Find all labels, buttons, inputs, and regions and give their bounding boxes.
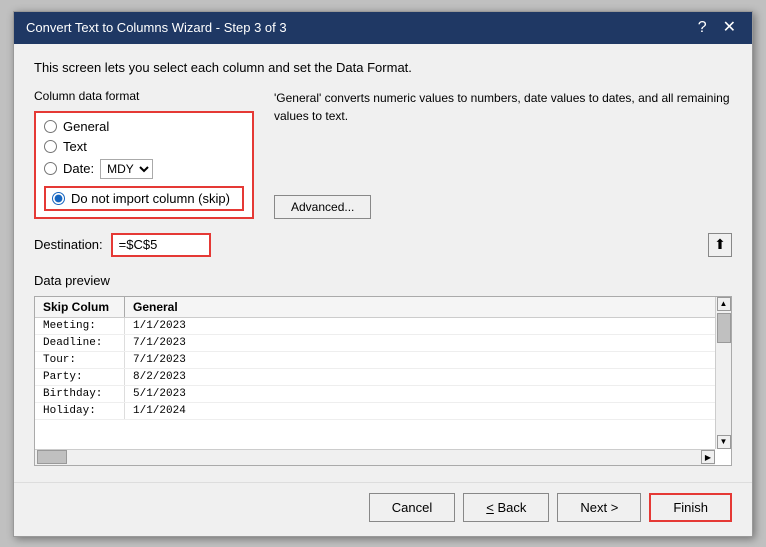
preview-cell: Party: bbox=[35, 369, 125, 385]
format-group: General Text Date: MDY bbox=[34, 111, 254, 219]
finish-button[interactable]: Finish bbox=[649, 493, 732, 522]
table-row: Birthday: 5/1/2023 bbox=[35, 386, 731, 403]
preview-cell: Birthday: bbox=[35, 386, 125, 402]
preview-cell: Tour: bbox=[35, 352, 125, 368]
table-row: Meeting: 1/1/2023 bbox=[35, 318, 731, 335]
dialog-body: This screen lets you select each column … bbox=[14, 44, 752, 482]
table-row: Tour: 7/1/2023 bbox=[35, 352, 731, 369]
destination-arrow-button[interactable]: ⬆ bbox=[708, 233, 732, 257]
radio-general-input[interactable] bbox=[44, 120, 57, 133]
scroll-thumb-horizontal[interactable] bbox=[37, 450, 67, 464]
advanced-button[interactable]: Advanced... bbox=[274, 195, 371, 219]
main-content: Column data format General Text bbox=[34, 89, 732, 219]
next-button[interactable]: Next > bbox=[557, 493, 641, 522]
destination-input[interactable] bbox=[111, 233, 211, 257]
preview-col-header-skip: Skip Colum bbox=[35, 297, 125, 317]
data-preview-section: Data preview Skip Colum General Meeting:… bbox=[34, 273, 732, 466]
right-panel: 'General' converts numeric values to num… bbox=[274, 89, 732, 219]
title-bar: Convert Text to Columns Wizard - Step 3 … bbox=[14, 12, 752, 44]
back-icon: < bbox=[486, 500, 494, 515]
preview-cell: Deadline: bbox=[35, 335, 125, 351]
close-button[interactable]: ✕ bbox=[719, 20, 740, 36]
radio-date-label: Date: bbox=[63, 161, 94, 176]
scroll-up-arrow[interactable]: ▲ bbox=[717, 297, 731, 311]
destination-input-wrap: ⬆ bbox=[111, 233, 732, 257]
preview-cell: Holiday: bbox=[35, 403, 125, 419]
table-row: Deadline: 7/1/2023 bbox=[35, 335, 731, 352]
title-controls: ? ✕ bbox=[694, 20, 740, 36]
radio-skip-input[interactable] bbox=[52, 192, 65, 205]
radio-general-label: General bbox=[63, 119, 109, 134]
preview-cell: 8/2/2023 bbox=[125, 369, 731, 385]
radio-general[interactable]: General bbox=[44, 119, 244, 134]
main-dialog: Convert Text to Columns Wizard - Step 3 … bbox=[13, 11, 753, 537]
data-preview-label: Data preview bbox=[34, 273, 732, 288]
preview-cell: Meeting: bbox=[35, 318, 125, 334]
column-format-label: Column data format bbox=[34, 89, 254, 103]
help-button[interactable]: ? bbox=[694, 20, 711, 36]
cancel-button[interactable]: Cancel bbox=[369, 493, 455, 522]
date-format-select[interactable]: MDY DMY YMD bbox=[100, 159, 153, 179]
preview-col-header-general: General bbox=[125, 297, 731, 317]
table-row: Holiday: 1/1/2024 bbox=[35, 403, 731, 420]
next-label: Next > bbox=[580, 500, 618, 515]
radio-skip-label: Do not import column (skip) bbox=[71, 191, 230, 206]
radio-text[interactable]: Text bbox=[44, 139, 244, 154]
preview-cell: 1/1/2024 bbox=[125, 403, 731, 419]
vertical-scrollbar[interactable]: ▲ ▼ bbox=[715, 297, 731, 449]
preview-container: Skip Colum General Meeting: 1/1/2023 Dea… bbox=[34, 296, 732, 466]
horizontal-scrollbar[interactable]: ▶ bbox=[35, 449, 715, 465]
scroll-right-arrow[interactable]: ▶ bbox=[701, 450, 715, 464]
radio-date-row[interactable]: Date: MDY DMY YMD bbox=[44, 159, 244, 179]
info-text: 'General' converts numeric values to num… bbox=[274, 89, 732, 125]
preview-cell: 7/1/2023 bbox=[125, 352, 731, 368]
radio-skip-row[interactable]: Do not import column (skip) bbox=[44, 186, 244, 211]
destination-label: Destination: bbox=[34, 237, 103, 252]
preview-body: Meeting: 1/1/2023 Deadline: 7/1/2023 Tou… bbox=[35, 318, 731, 465]
back-label: Back bbox=[497, 500, 526, 515]
preview-cell: 5/1/2023 bbox=[125, 386, 731, 402]
preview-cell: 7/1/2023 bbox=[125, 335, 731, 351]
radio-date-input[interactable] bbox=[44, 162, 57, 175]
table-row: Party: 8/2/2023 bbox=[35, 369, 731, 386]
scroll-down-arrow[interactable]: ▼ bbox=[717, 435, 731, 449]
destination-row: Destination: ⬆ bbox=[34, 233, 732, 257]
back-button[interactable]: < Back bbox=[463, 493, 549, 522]
radio-text-input[interactable] bbox=[44, 140, 57, 153]
dialog-title: Convert Text to Columns Wizard - Step 3 … bbox=[26, 20, 287, 35]
radio-rows: General Text Date: MDY bbox=[44, 119, 244, 211]
preview-cell: 1/1/2023 bbox=[125, 318, 731, 334]
preview-header: Skip Colum General bbox=[35, 297, 731, 318]
description-text: This screen lets you select each column … bbox=[34, 60, 732, 75]
left-panel: Column data format General Text bbox=[34, 89, 254, 219]
scroll-thumb-vertical[interactable] bbox=[717, 313, 731, 343]
radio-text-label: Text bbox=[63, 139, 87, 154]
dialog-footer: Cancel < Back Next > Finish bbox=[14, 482, 752, 536]
